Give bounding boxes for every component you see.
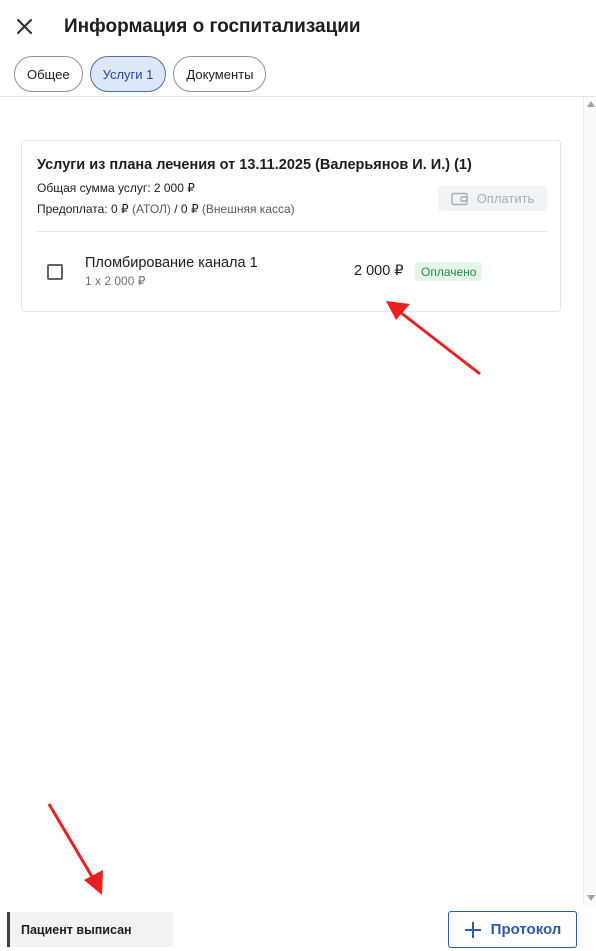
service-name: Пломбирование канала 1 <box>85 255 258 271</box>
service-checkbox[interactable] <box>47 264 63 280</box>
status-badge: Оплачено <box>415 262 483 281</box>
pay-button-label: Оплатить <box>476 191 535 206</box>
add-protocol-button[interactable]: Протокол <box>448 911 577 948</box>
patient-status: Пациент выписан <box>7 912 173 947</box>
plus-icon <box>464 921 481 938</box>
treatment-plan-card: Услуги из плана лечения от 13.11.2025 (В… <box>21 140 561 312</box>
scroll-up-arrow-icon[interactable] <box>587 101 595 107</box>
prepay-external-label: (Внешняя касса) <box>201 202 295 216</box>
close-icon[interactable] <box>12 14 38 40</box>
footer-bar: Пациент выписан Протокол <box>0 905 596 951</box>
prepay-external-amount: / 0 ₽ <box>174 202 199 216</box>
protocol-button-label: Протокол <box>490 921 562 938</box>
tab-documents[interactable]: Документы <box>173 56 267 92</box>
page-title: Информация о госпитализации <box>64 16 361 37</box>
tab-bar: Общее Услуги 1 Документы <box>14 56 267 92</box>
prepay-atol-amount: Предоплата: 0 ₽ <box>37 202 129 216</box>
header-bar: Информация о госпитализации Общее Услуги… <box>0 0 596 97</box>
card-title: Услуги из плана лечения от 13.11.2025 (В… <box>37 157 472 173</box>
tab-services[interactable]: Услуги 1 <box>89 56 167 92</box>
prepay-atol-label: (АТОЛ) <box>131 202 171 216</box>
scroll-down-arrow-icon[interactable] <box>587 895 595 901</box>
service-quantity: 1 x 2 000 ₽ <box>85 274 146 288</box>
services-panel: Услуги из плана лечения от 13.11.2025 (В… <box>0 97 583 905</box>
wallet-icon <box>450 192 468 205</box>
tab-general[interactable]: Общее <box>14 56 83 92</box>
services-total: Общая сумма услуг: 2 000 ₽ <box>37 181 195 195</box>
prepayment-info: Предоплата: 0 ₽ (АТОЛ) / 0 ₽ (Внешняя ка… <box>37 202 295 216</box>
pay-button[interactable]: Оплатить <box>438 186 547 211</box>
scrollbar[interactable] <box>583 97 596 905</box>
card-divider <box>37 231 547 232</box>
service-price: 2 000 ₽ <box>354 263 404 279</box>
